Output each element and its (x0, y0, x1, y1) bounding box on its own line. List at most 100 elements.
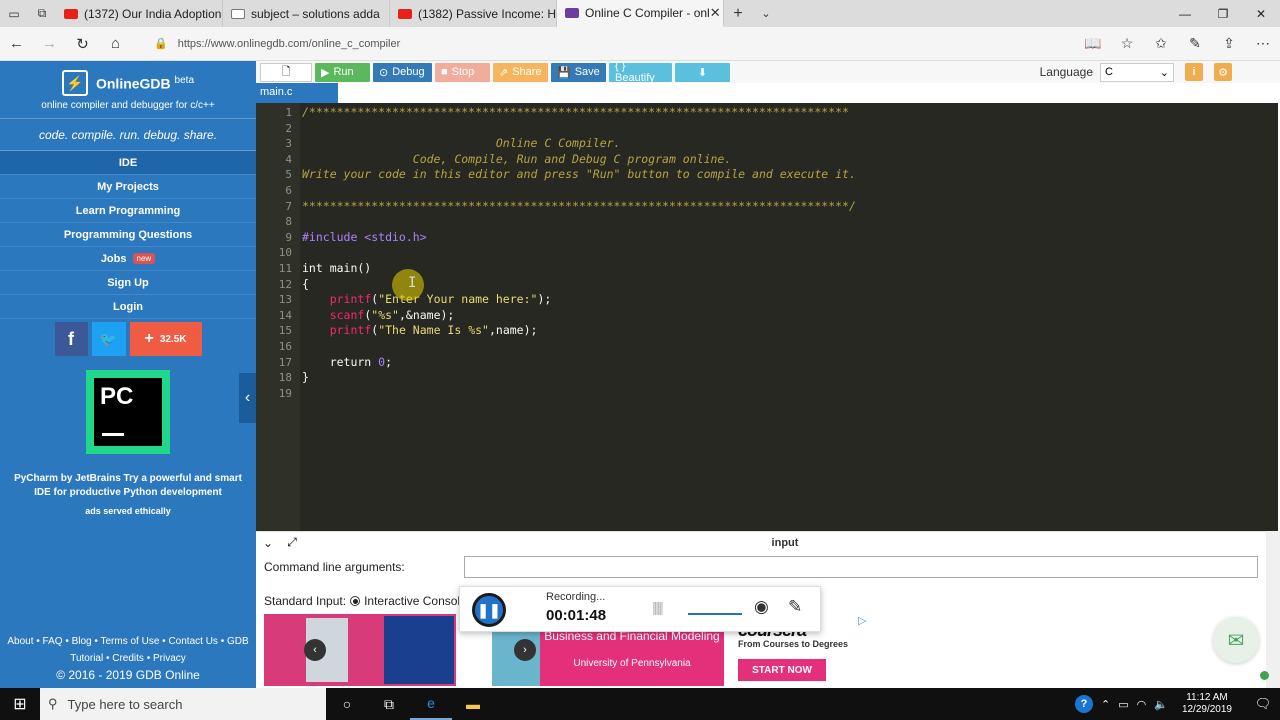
code-line[interactable]: 8 (256, 214, 292, 230)
webcam-icon[interactable]: ◉ (754, 597, 769, 617)
gear-icon[interactable]: ⚙ (1214, 63, 1232, 81)
debug-button[interactable]: ⊙ Debug (373, 62, 432, 82)
battery-icon[interactable]: ▭ (1118, 698, 1128, 711)
notifications-icon[interactable]: 🗨 (1246, 696, 1280, 712)
tab-list-chevron-icon[interactable]: ⌄ (752, 0, 780, 27)
code-line[interactable]: 4 Code, Compile, Run and Debug C program… (256, 152, 731, 168)
home-icon[interactable]: ⌂ (99, 35, 132, 52)
browser-tab-2[interactable]: subject – solutions adda (223, 0, 390, 27)
cortana-icon[interactable]: ○ (326, 696, 368, 712)
sidebar-item-jobs[interactable]: Jobs new (0, 247, 256, 271)
beautify-button[interactable]: { } Beautify (609, 60, 672, 84)
pen-icon[interactable]: ✎ (788, 597, 802, 617)
close-window-icon[interactable]: ✕ (1242, 0, 1280, 27)
windows-start-icon[interactable]: ⊞ (0, 694, 40, 714)
expand-icon[interactable]: ⤢ (280, 535, 304, 550)
code-line[interactable]: 5 Write your code in this editor and pres… (256, 167, 856, 183)
ad-note[interactable]: ads served ethically (0, 506, 256, 516)
interactive-console-radio[interactable] (350, 596, 361, 606)
twitter-icon[interactable]: 🐦 (91, 322, 126, 356)
volume-icon[interactable]: 🔈 (1154, 698, 1168, 711)
sidebar-item-login[interactable]: Login (0, 295, 256, 319)
code-line[interactable]: 10 (256, 245, 292, 261)
tray-chevron-icon[interactable]: ⌃ (1101, 698, 1110, 711)
code-line[interactable]: 6 (256, 183, 292, 199)
code-line[interactable]: 18} (256, 370, 309, 386)
sidebar-item-ide[interactable]: IDE (0, 151, 256, 175)
volume-slider[interactable] (688, 613, 742, 615)
share-icon[interactable]: ⇪ (1212, 35, 1246, 52)
pause-icon[interactable]: ❚❚ (472, 593, 506, 627)
notes-pen-icon[interactable]: ✎ (1178, 35, 1212, 52)
info-icon[interactable]: i (1185, 63, 1203, 81)
stop-button[interactable]: ■ Stop (435, 62, 490, 82)
code-line[interactable]: 2 (256, 121, 292, 137)
forward-icon[interactable]: → (33, 35, 66, 52)
ad-banner-left[interactable]: ‹ (264, 614, 456, 686)
code-line[interactable]: 7 ***************************************… (256, 199, 856, 215)
ad-text[interactable]: PyCharm by JetBrains Try a powerful and … (0, 472, 256, 500)
tab-preview-icon[interactable]: ▭ (0, 0, 28, 27)
help-icon[interactable]: ? (1075, 695, 1093, 713)
cmd-args-input[interactable] (464, 556, 1258, 578)
facebook-icon[interactable]: f (54, 322, 88, 356)
taskbar-search[interactable]: ⚲ Type here to search (40, 688, 326, 720)
pycharm-ad-logo[interactable]: PC (86, 370, 170, 454)
code-line[interactable]: 3 Online C Compiler. (256, 136, 620, 152)
url-field[interactable]: 🔒 https://www.onlinegdb.com/online_c_com… (154, 32, 1054, 56)
code-line[interactable]: 9 #include <stdio.h> (256, 230, 426, 246)
new-file-button[interactable]: 🗋 (260, 62, 312, 82)
network-icon[interactable]: ◠ (1137, 698, 1147, 711)
sidebar-item-learn-programming[interactable]: Learn Programming (0, 199, 256, 223)
tabs-aside-icon[interactable]: ⧉ (28, 0, 56, 27)
code-line[interactable]: 12 { (256, 277, 309, 293)
code-line[interactable]: 13 printf("Enter Your name here:"); (256, 292, 552, 308)
browser-tab-1[interactable]: (1372) Our India Adoption 1 (56, 0, 223, 27)
browser-tab-3[interactable]: (1382) Passive Income: How (390, 0, 557, 27)
sidebar-item-my-projects[interactable]: My Projects (0, 175, 256, 199)
language-select[interactable]: C ⌄ (1100, 62, 1174, 82)
sidebar-item-programming-questions[interactable]: Programming Questions (0, 223, 256, 247)
brand-row[interactable]: ⚡ OnlineGDB beta (0, 70, 256, 96)
code-line[interactable]: 15 printf("The Name Is %s",name); (256, 323, 538, 339)
code-line[interactable]: 19 (256, 386, 292, 402)
ad-next-icon[interactable]: › (514, 639, 536, 661)
code-line[interactable]: 14 scanf("%s",&name); (256, 308, 455, 324)
code-editor[interactable]: 1 /**************************************… (256, 103, 1280, 531)
edge-browser-icon[interactable]: e (410, 688, 452, 720)
back-icon[interactable]: ← (0, 35, 33, 52)
collapse-chevron-icon[interactable]: ⌄ (256, 536, 280, 550)
task-view-icon[interactable]: ⧉ (368, 696, 410, 713)
start-now-button[interactable]: START NOW (738, 659, 826, 681)
download-button[interactable]: ⬇ (675, 62, 730, 82)
code-line[interactable]: 16 (256, 339, 292, 355)
adchoices-icon[interactable]: ▷ (858, 614, 866, 627)
restore-icon[interactable]: ❐ (1204, 0, 1242, 27)
minimize-icon[interactable]: — (1166, 0, 1204, 27)
run-button[interactable]: ▶ Run (315, 62, 370, 82)
clock[interactable]: 11:12 AM 12/29/2019 (1176, 692, 1238, 716)
io-scrollbar[interactable] (1266, 531, 1280, 688)
favorites-icon[interactable]: ✩ (1144, 35, 1178, 52)
footer-links[interactable]: About • FAQ • Blog • Terms of Use • Cont… (0, 633, 256, 667)
interactive-console-label[interactable]: Interactive Console (364, 594, 467, 608)
collapse-sidebar-chevron-icon[interactable]: ‹ (239, 373, 256, 423)
refresh-icon[interactable]: ↻ (66, 35, 99, 53)
share-button[interactable]: ⇗ Share (493, 62, 548, 82)
share-count-button[interactable]: +32.5K (129, 322, 202, 356)
code-line[interactable]: 1 /**************************************… (256, 105, 849, 121)
file-explorer-icon[interactable]: ▬ (452, 696, 494, 712)
code-line[interactable]: 17 return 0; (256, 355, 392, 371)
code-line[interactable]: 11 int main() (256, 261, 372, 277)
ad-prev-icon[interactable]: ‹ (304, 639, 326, 661)
file-tab-main-c[interactable]: main.c (256, 83, 338, 103)
sidebar-item-sign-up[interactable]: Sign Up (0, 271, 256, 295)
save-button[interactable]: 💾 Save (551, 62, 606, 82)
close-tab-icon[interactable]: ✕ (710, 5, 721, 21)
reading-view-icon[interactable]: 📖 (1076, 35, 1110, 52)
mail-icon[interactable]: ✉ (1213, 617, 1259, 663)
new-tab-button[interactable]: + (724, 0, 752, 27)
favorite-star-icon[interactable]: ☆ (1110, 35, 1144, 52)
more-icon[interactable]: ⋯ (1246, 35, 1280, 52)
browser-tab-active[interactable]: Online C Compiler - onl ✕ (557, 0, 724, 27)
